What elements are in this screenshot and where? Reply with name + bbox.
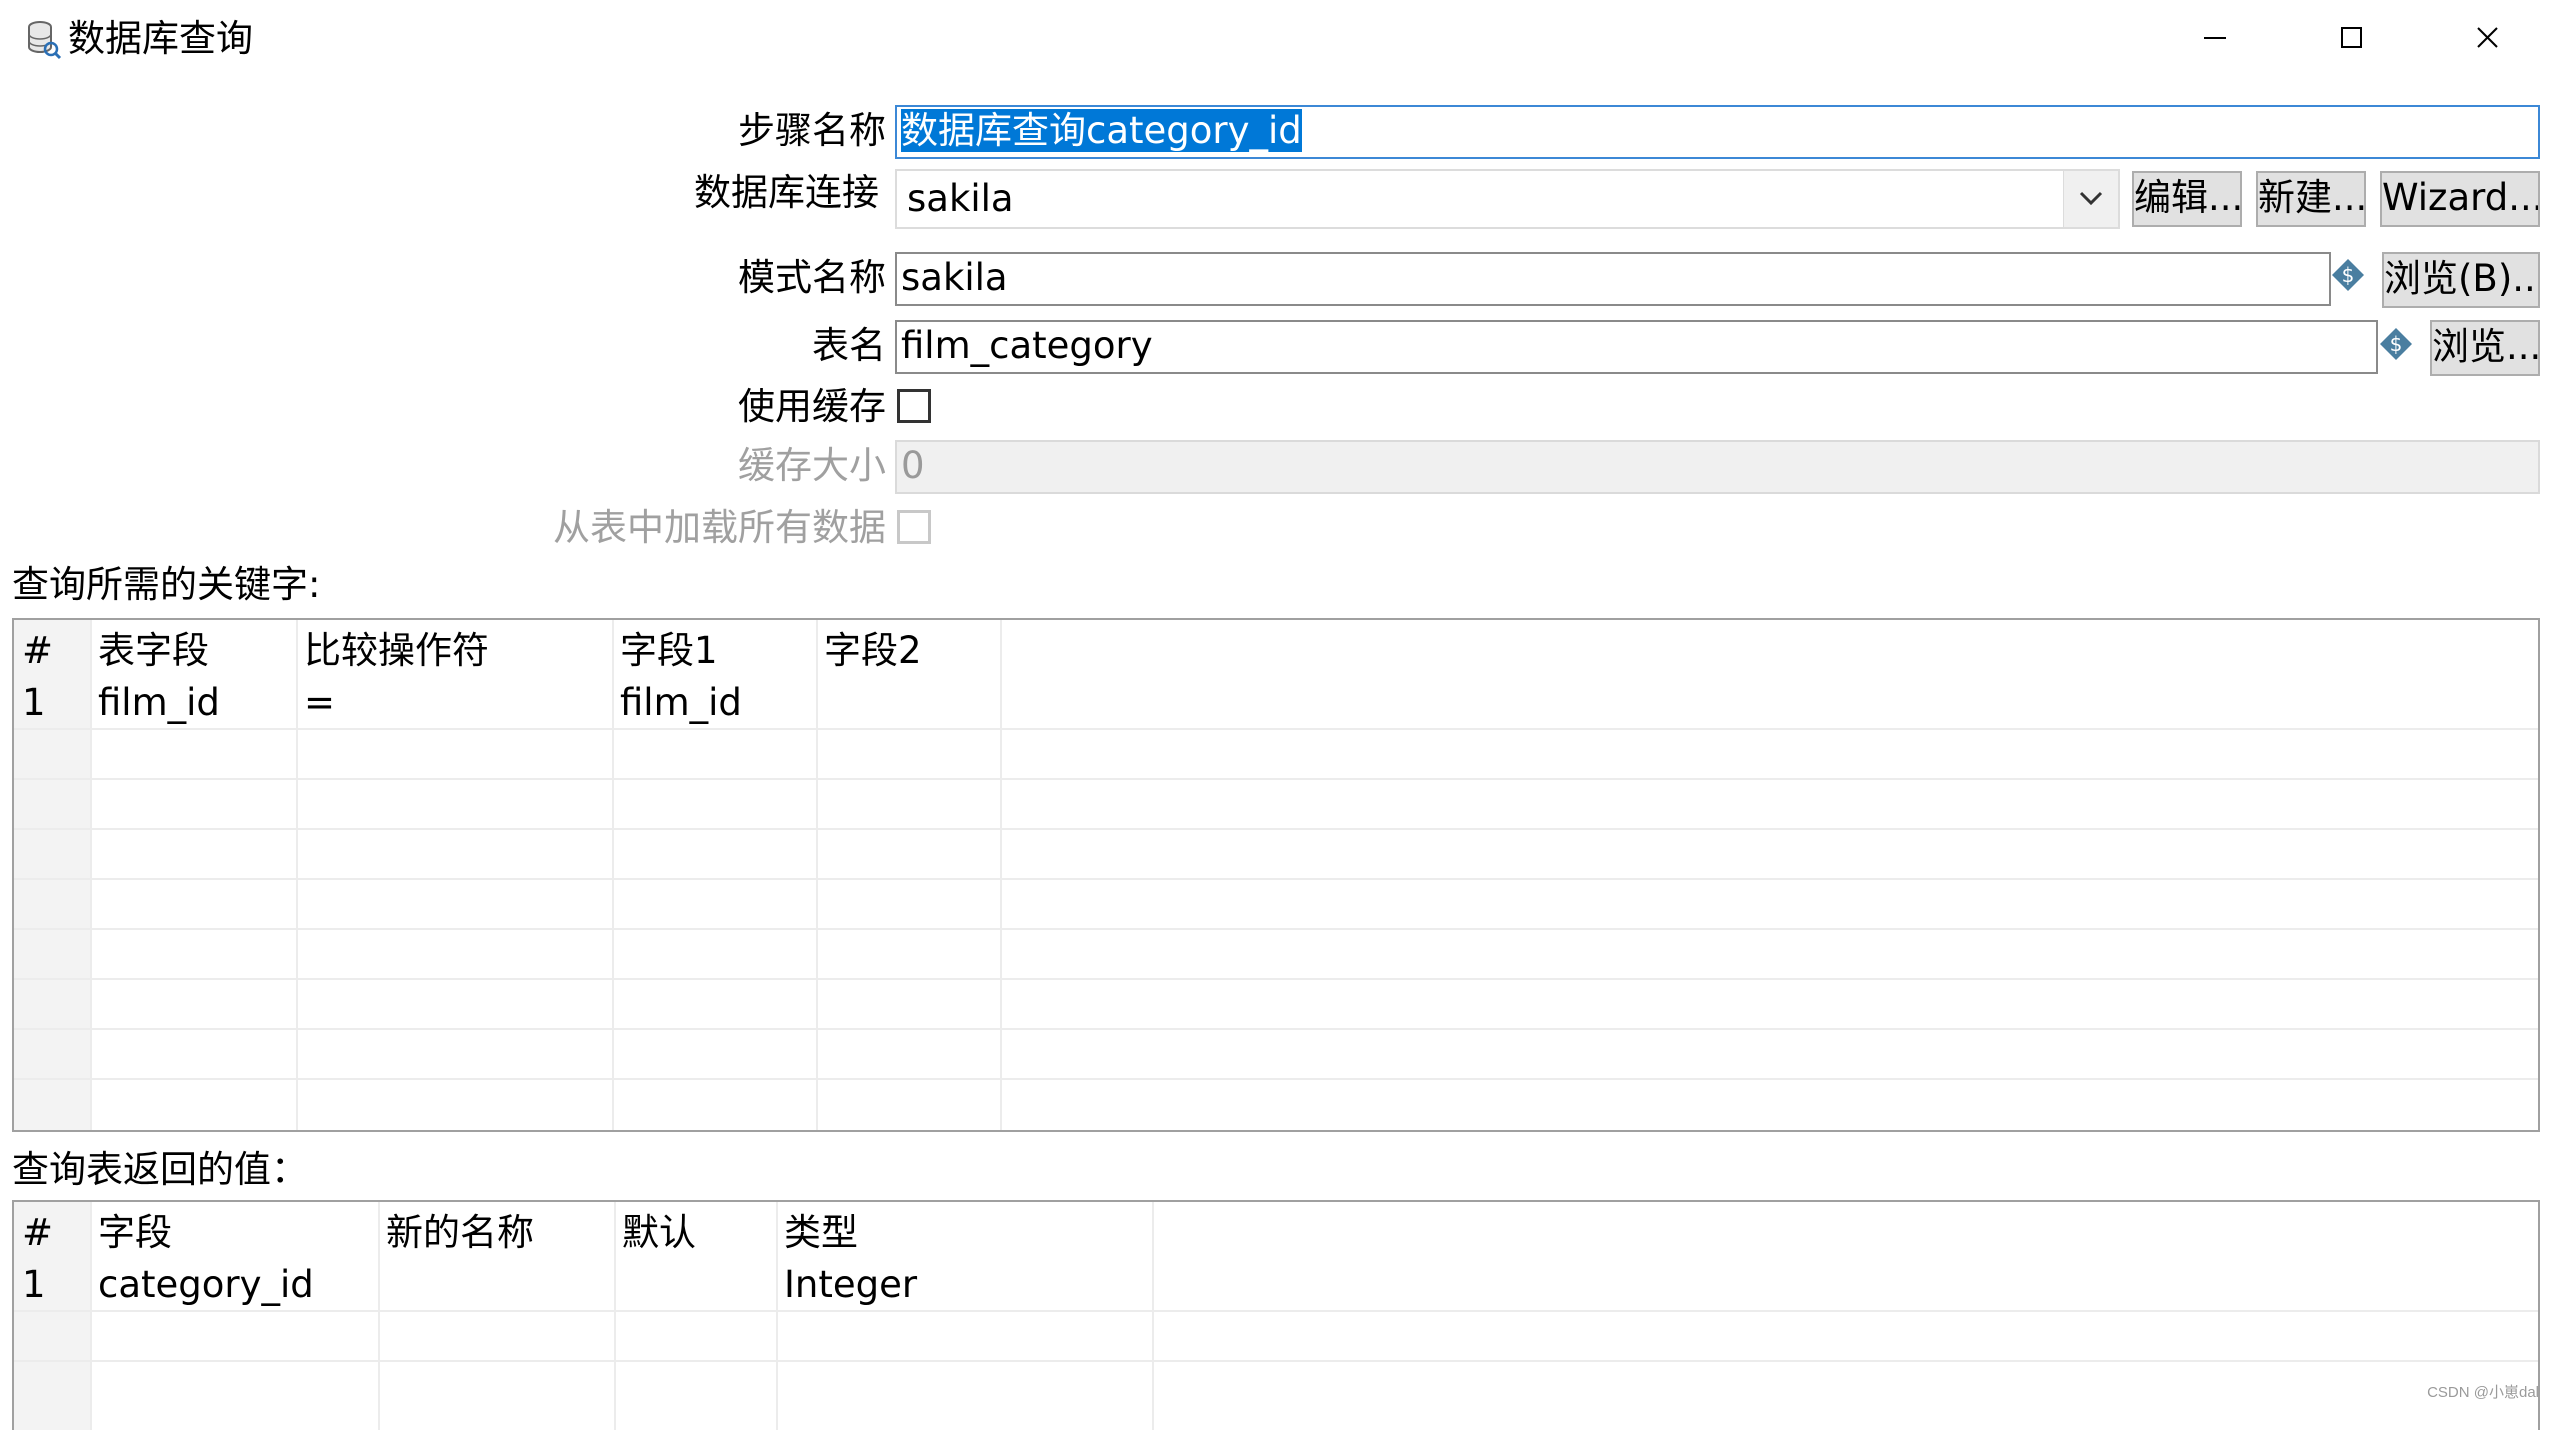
maximize-button[interactable] [2316,10,2386,66]
close-icon [2477,27,2498,48]
dropdown-button[interactable] [2063,171,2118,227]
maximize-icon [2341,27,2362,48]
title-bar: 数据库查询 [0,0,2551,80]
use-cache-checkbox[interactable] [897,389,931,423]
table-input[interactable]: film_category [895,320,2378,374]
keys-section-title: 查询所需的关键字: [12,563,321,606]
cell-field[interactable]: category_id [90,1260,378,1310]
new-connection-button[interactable]: 新建... [2256,171,2366,227]
svg-text:$: $ [2342,263,2355,287]
row-number: 1 [22,681,46,724]
column-header-new-name[interactable]: 新的名称 [378,1208,614,1258]
column-header-num[interactable]: # [14,1208,90,1258]
chevron-down-icon [2079,191,2103,206]
step-name-value: 数据库查询category_id [901,109,1302,152]
table-row[interactable]: 1 category_id Integer [14,1260,2538,1310]
column-header-default[interactable]: 默认 [614,1208,776,1258]
cache-size-input[interactable]: 0 [895,440,2540,494]
schema-label: 模式名称 [738,256,886,299]
column-header-field2[interactable]: 字段2 [816,626,1000,676]
variable-icon[interactable]: $ [2378,326,2414,362]
svg-text:$: $ [2390,332,2403,356]
watermark: CSDN @小崽dal [2427,1384,2539,1401]
row-number: 1 [22,1263,46,1306]
cell-field1[interactable]: film_id [612,678,816,728]
minimize-icon [2204,37,2226,39]
column-header-field1[interactable]: 字段1 [612,626,816,676]
returns-section-title: 查询表返回的值： [12,1148,308,1191]
schema-browse-button[interactable]: 浏览(B)... [2382,252,2540,308]
table-row[interactable]: 1 film_id = film_id [14,678,2538,728]
table-browse-button[interactable]: 浏览... [2430,320,2540,376]
keys-table[interactable]: # 表字段 比较操作符 字段1 字段2 1 film_id = film_id [12,618,2540,1132]
schema-input[interactable]: sakila [895,252,2331,306]
step-name-label: 步骤名称 [738,109,886,152]
cell-table-field[interactable]: film_id [90,678,296,728]
connection-label: 数据库连接 [694,171,879,214]
use-cache-label: 使用缓存 [738,385,886,428]
load-all-checkbox[interactable] [897,510,931,544]
close-button[interactable] [2452,10,2522,66]
table-label: 表名 [812,324,886,367]
returns-table[interactable]: # 字段 新的名称 默认 类型 1 category_id Integer [12,1200,2540,1430]
cell-comparator[interactable]: = [296,678,612,728]
connection-value: sakila [907,177,1014,220]
column-header-table-field[interactable]: 表字段 [90,626,296,676]
cell-type[interactable]: Integer [776,1260,1152,1310]
column-header-type[interactable]: 类型 [776,1208,1152,1258]
column-header-field[interactable]: 字段 [90,1208,378,1258]
minimize-button[interactable] [2180,10,2250,66]
wizard-button[interactable]: Wizard... [2380,171,2540,227]
column-header-num[interactable]: # [14,626,90,676]
column-header-comparator[interactable]: 比较操作符 [296,626,612,676]
step-name-input[interactable]: 数据库查询category_id [895,105,2540,159]
connection-select[interactable]: sakila [895,169,2120,229]
cache-size-label: 缓存大小 [738,444,886,487]
variable-icon[interactable]: $ [2330,257,2366,293]
edit-connection-button[interactable]: 编辑... [2132,171,2242,227]
load-all-label: 从表中加载所有数据 [553,506,886,549]
window-title: 数据库查询 [68,17,253,60]
database-icon [28,21,62,60]
